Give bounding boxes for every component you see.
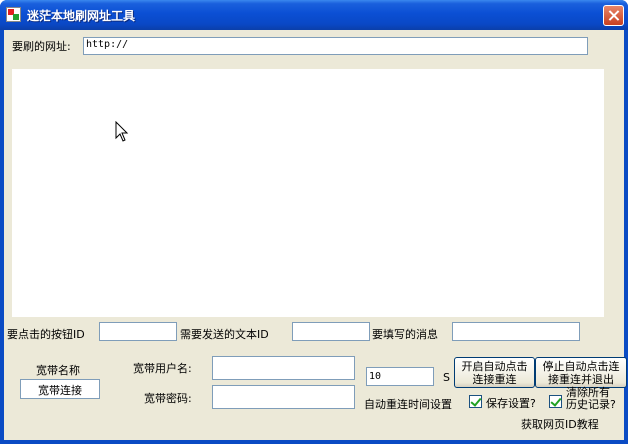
start-button-line2: 连接重连 [472,373,517,386]
mouse-cursor-icon [115,121,129,142]
stop-button-line1: 停止自动点击连 [542,360,620,373]
username-input[interactable] [212,356,355,380]
interval-setting-label: 自动重连时间设置 [364,398,452,411]
client-area: 要刷的网址: http:// 要点击的按钮ID 需要发送的文本ID 要填写的消息… [4,30,627,440]
button-id-label: 要点击的按钮ID [7,328,85,341]
tutorial-link[interactable]: 获取网页ID教程 [521,416,599,432]
text-id-input[interactable] [292,322,370,341]
message-label: 要填写的消息 [372,328,438,341]
broadband-name-label: 宽带名称 [36,364,80,377]
password-input[interactable] [212,385,355,409]
message-input[interactable] [452,322,580,341]
title-bar[interactable]: 迷茫本地刷网址工具 [0,0,628,30]
start-button-line1: 开启自动点击 [461,360,528,373]
button-id-input[interactable] [99,322,177,341]
clear-history-label: 清除所有 历史记录? [566,387,616,411]
interval-unit: S [443,371,450,384]
stop-auto-click-button[interactable]: 停止自动点击连 接重连并退出 [535,357,627,388]
app-icon [6,7,21,22]
clear-history-checkbox[interactable] [549,395,562,408]
stop-button-line2: 接重连并退出 [548,373,614,386]
save-settings-checkbox[interactable] [469,395,482,408]
web-browser-view[interactable] [12,69,604,317]
username-label: 宽带用户名: [133,362,192,375]
save-settings-label: 保存设置? [486,397,536,410]
interval-input[interactable]: 10 [366,367,434,386]
url-label: 要刷的网址: [12,40,71,53]
window-title: 迷茫本地刷网址工具 [27,9,136,23]
password-label: 宽带密码: [144,392,192,405]
text-id-label: 需要发送的文本ID [180,328,269,341]
clear-history-line2: 历史记录? [566,398,616,411]
app-window: 迷茫本地刷网址工具 要刷的网址: http:// 要点击的按钮ID 需要发送的文… [0,0,628,444]
start-auto-click-button[interactable]: 开启自动点击 连接重连 [454,357,535,388]
close-icon[interactable] [603,5,624,26]
url-input[interactable]: http:// [83,37,588,55]
broadband-name-input[interactable]: 宽带连接 [20,379,100,399]
